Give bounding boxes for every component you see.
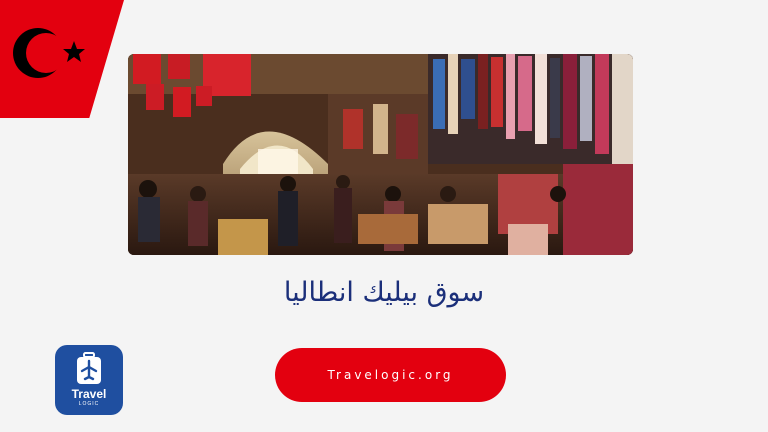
page-title: سوق بيليك انطاليا: [283, 277, 485, 308]
luggage-airplane-icon: [77, 352, 101, 384]
hero-image: [128, 54, 633, 255]
logo-brand-text: Travel: [71, 387, 107, 401]
turkish-flag-icon: [13, 28, 85, 78]
logo-sub-text: LOGIC: [78, 401, 100, 407]
turkish-flag-corner: [0, 0, 124, 118]
travel-logic-logo[interactable]: Travel LOGIC: [55, 345, 123, 415]
travelogic-link-button[interactable]: Travelogic.org: [275, 348, 506, 402]
